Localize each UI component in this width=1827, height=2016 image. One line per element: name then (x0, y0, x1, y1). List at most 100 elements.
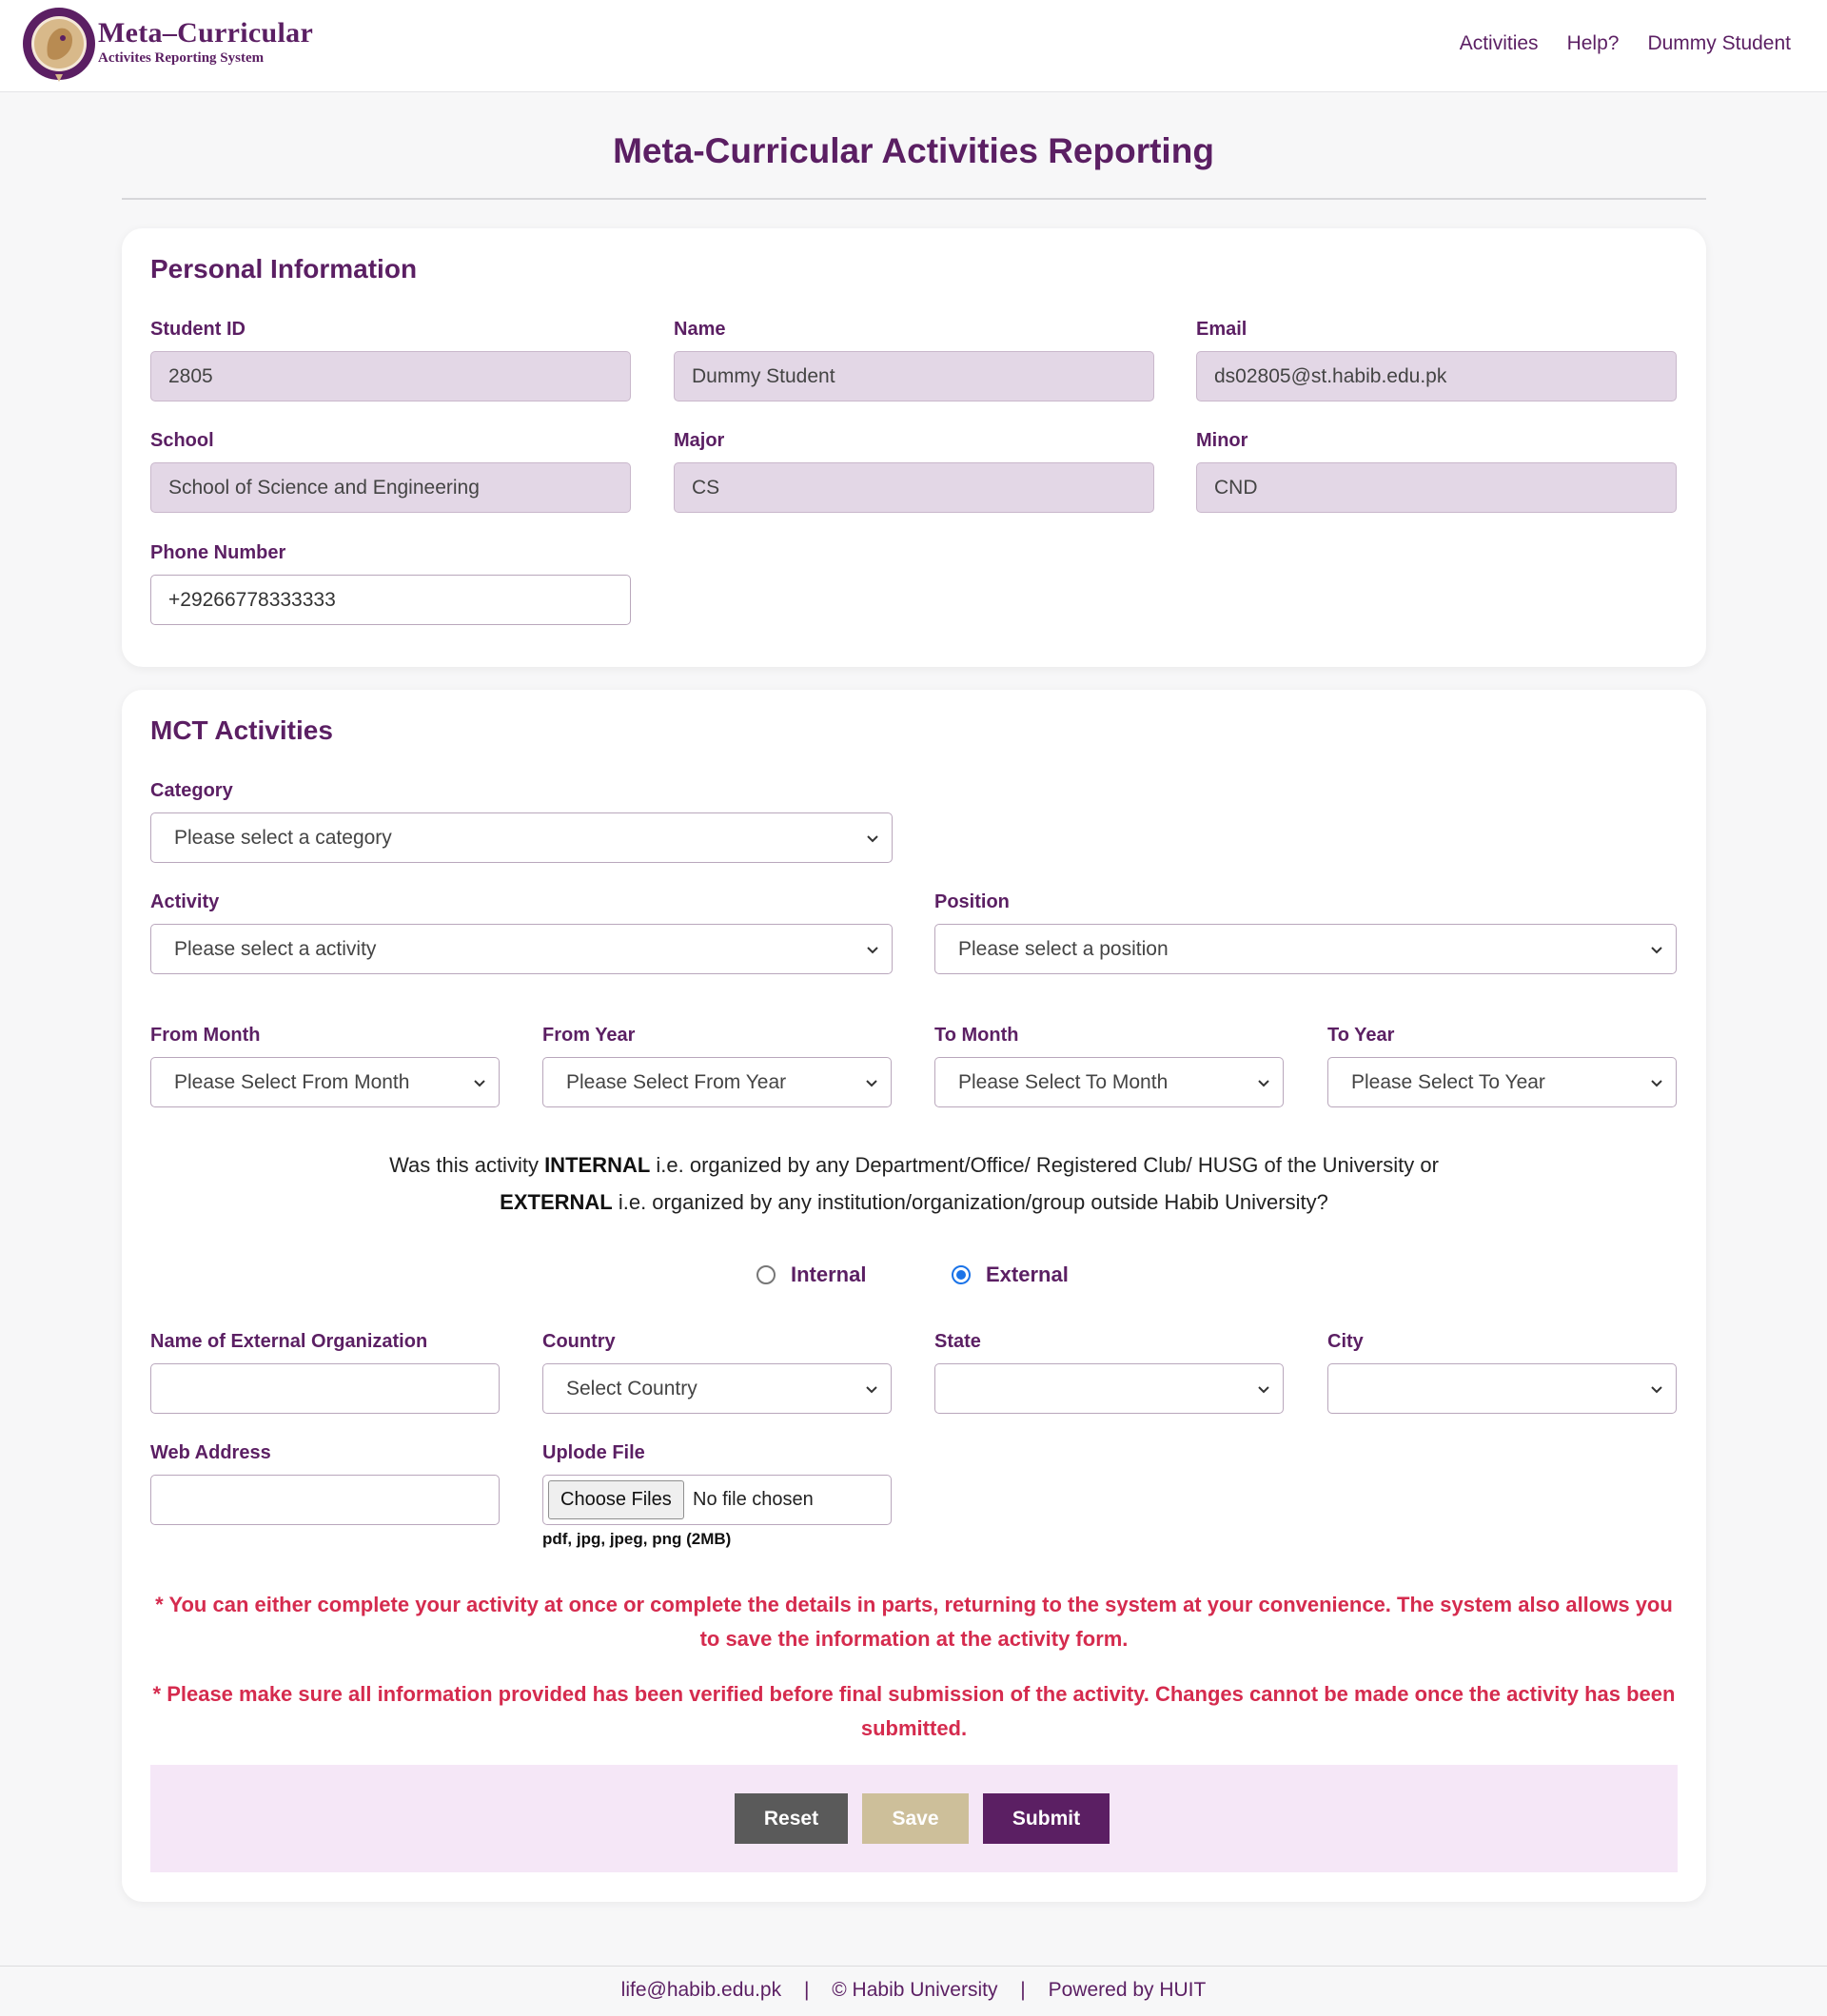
student-id-field[interactable]: 2805 (150, 351, 631, 401)
activity-label: Activity (150, 891, 220, 912)
chevron-down-icon (474, 1080, 485, 1087)
footer-separator: | (803, 1979, 810, 2001)
mct-activities-card: MCT Activities Category Please select a … (122, 690, 1706, 1902)
external-org-label: Name of External Organization (150, 1331, 428, 1352)
radio-external-icon[interactable] (952, 1265, 971, 1284)
from-year-select-value: Please Select From Year (566, 1071, 787, 1093)
mct-section-title: MCT Activities (150, 715, 333, 745)
page-title: Meta-Curricular Activities Reporting (613, 131, 1214, 170)
save-button[interactable]: Save (862, 1793, 969, 1844)
country-label: Country (542, 1331, 616, 1352)
chevron-down-icon (1651, 1080, 1662, 1087)
to-year-select-value: Please Select To Year (1351, 1071, 1545, 1093)
file-types-hint: pdf, jpg, jpeg, png (2MB) (542, 1530, 732, 1548)
reset-button[interactable]: Reset (735, 1793, 848, 1844)
from-month-label: From Month (150, 1025, 261, 1046)
state-select[interactable] (934, 1363, 1284, 1414)
radio-external-label: External (986, 1262, 1069, 1286)
web-address-label: Web Address (150, 1442, 271, 1463)
name-field[interactable]: Dummy Student (674, 351, 1154, 401)
title-divider (122, 198, 1706, 200)
name-label: Name (674, 319, 726, 340)
question-text: Was this activity (389, 1153, 545, 1177)
country-select-value: Select Country (566, 1378, 697, 1399)
chevron-down-icon (1651, 947, 1662, 954)
radio-external[interactable]: External (952, 1262, 1069, 1287)
email-field[interactable]: ds02805@st.habib.edu.pk (1196, 351, 1677, 401)
footer-copyright: © Habib University (832, 1979, 998, 2001)
activity-select-value: Please select a activity (174, 938, 377, 960)
to-year-label: To Year (1327, 1025, 1395, 1046)
nav-activities-link[interactable]: Activities (1460, 32, 1539, 55)
web-address-input[interactable] (150, 1475, 500, 1525)
activity-select[interactable]: Please select a activity (150, 924, 893, 974)
from-month-select-value: Please Select From Month (174, 1071, 410, 1093)
external-org-input[interactable] (150, 1363, 500, 1414)
submit-button[interactable]: Submit (983, 1793, 1110, 1844)
from-month-select[interactable]: Please Select From Month (150, 1057, 500, 1107)
city-select[interactable] (1327, 1363, 1677, 1414)
category-select[interactable]: Please select a category (150, 812, 893, 863)
question-line-1: Was this activity INTERNAL i.e. organize… (122, 1146, 1706, 1184)
major-field[interactable]: CS (674, 462, 1154, 513)
footer-divider (0, 1966, 1827, 1967)
internal-external-question: Was this activity INTERNAL i.e. organize… (122, 1146, 1706, 1221)
brand-subtitle: Activites Reporting System (98, 50, 265, 66)
country-select[interactable]: Select Country (542, 1363, 892, 1414)
top-navbar: Meta–Curricular Activites Reporting Syst… (0, 0, 1827, 92)
to-year-select[interactable]: Please Select To Year (1327, 1057, 1677, 1107)
brand-title: Meta–Curricular (98, 17, 314, 49)
radio-internal[interactable]: Internal (756, 1262, 866, 1287)
notice-save-progress: * You can either complete your activity … (155, 1593, 1673, 1651)
footer-separator: | (1020, 1979, 1026, 2001)
chevron-down-icon (1258, 1080, 1269, 1087)
university-seal-icon[interactable] (21, 6, 97, 82)
radio-internal-icon[interactable] (756, 1265, 776, 1284)
chevron-down-icon (866, 1386, 877, 1394)
file-status-text: No file chosen (693, 1489, 814, 1510)
question-internal-keyword: INTERNAL (544, 1153, 651, 1177)
question-text: i.e. organized by any institution/organi… (612, 1190, 1328, 1214)
footer-powered-by: Powered by HUIT (1048, 1979, 1207, 2001)
file-upload-input[interactable]: Choose Files No file chosen (542, 1475, 892, 1525)
notice-verify-before-submit: * Please make sure all information provi… (152, 1682, 1676, 1740)
from-year-label: From Year (542, 1025, 636, 1046)
email-label: Email (1196, 319, 1247, 340)
choose-files-button[interactable]: Choose Files (548, 1480, 684, 1519)
minor-label: Minor (1196, 430, 1248, 451)
main-nav: Activities Help? Dummy Student (1460, 32, 1791, 55)
personal-section-title: Personal Information (150, 254, 418, 284)
school-field[interactable]: School of Science and Engineering (150, 462, 631, 513)
upload-file-label: Uplode File (542, 1442, 645, 1463)
city-label: City (1327, 1331, 1364, 1352)
nav-user-link[interactable]: Dummy Student (1647, 32, 1791, 55)
position-select[interactable]: Please select a position (934, 924, 1677, 974)
position-select-value: Please select a position (958, 938, 1169, 960)
personal-information-card: Personal Information Student ID 2805 Nam… (122, 228, 1706, 667)
chevron-down-icon (866, 1080, 877, 1087)
page-footer: life@habib.edu.pk | © Habib University |… (0, 1979, 1827, 2002)
phone-label: Phone Number (150, 542, 286, 563)
to-month-label: To Month (934, 1025, 1019, 1046)
question-line-2: EXTERNAL i.e. organized by any instituti… (122, 1184, 1706, 1221)
chevron-down-icon (867, 947, 878, 954)
chevron-down-icon (1258, 1386, 1269, 1394)
from-year-select[interactable]: Please Select From Year (542, 1057, 892, 1107)
footer-email-link[interactable]: life@habib.edu.pk (621, 1979, 781, 2001)
radio-internal-label: Internal (791, 1262, 867, 1286)
to-month-select-value: Please Select To Month (958, 1071, 1169, 1093)
category-label: Category (150, 780, 233, 801)
question-text: i.e. organized by any Department/Office/… (650, 1153, 1439, 1177)
position-label: Position (934, 891, 1010, 912)
question-external-keyword: EXTERNAL (500, 1190, 613, 1214)
phone-input[interactable]: +29266778333333 (150, 575, 631, 625)
student-id-label: Student ID (150, 319, 246, 340)
chevron-down-icon (867, 835, 878, 843)
minor-field[interactable]: CND (1196, 462, 1677, 513)
nav-help-link[interactable]: Help? (1567, 32, 1620, 55)
school-label: School (150, 430, 214, 451)
major-label: Major (674, 430, 725, 451)
state-label: State (934, 1331, 981, 1352)
to-month-select[interactable]: Please Select To Month (934, 1057, 1284, 1107)
category-select-value: Please select a category (174, 827, 392, 849)
